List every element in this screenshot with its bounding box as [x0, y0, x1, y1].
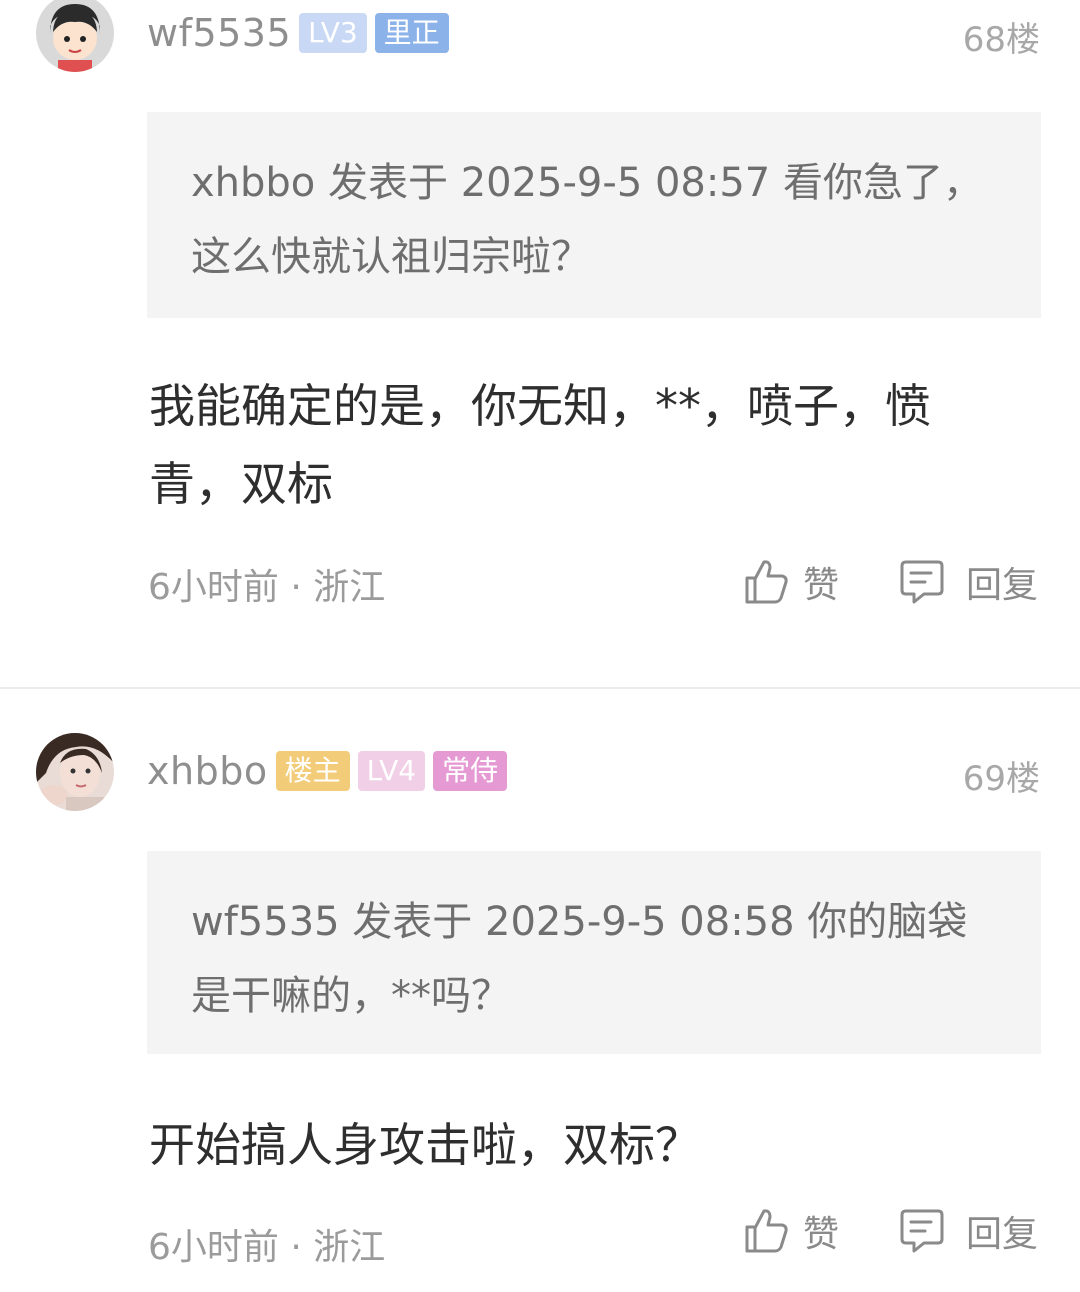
level-badge: LV4	[357, 751, 426, 791]
like-button[interactable]: 赞	[743, 1205, 839, 1257]
reply-label: 回复	[966, 565, 1039, 606]
user-row: xhbbo 楼主 LV4 常侍	[147, 749, 515, 793]
thumbs-up-icon	[743, 558, 789, 606]
title-badge: 常侍	[433, 751, 508, 791]
username[interactable]: xhbbo	[147, 749, 268, 793]
username[interactable]: wf5535	[147, 11, 291, 55]
reply-button[interactable]: 回复	[900, 556, 1038, 608]
comment-item: wf5535 LV3 里正 68楼 xhbbo 发表于 2025-9-5 08:…	[0, 0, 1080, 688]
level-badge: LV3	[299, 13, 367, 53]
comment-meta: 6小时前 · 浙江	[148, 1227, 386, 1268]
title-badge: 里正	[374, 13, 449, 53]
comment-meta: 6小时前 · 浙江	[148, 567, 386, 608]
like-label: 赞	[803, 565, 840, 606]
reply-button[interactable]: 回复	[900, 1205, 1038, 1257]
like-button[interactable]: 赞	[743, 556, 839, 608]
comment-item: xhbbo 楼主 LV4 常侍 69楼 wf5535 发表于 2025-9-5 …	[0, 689, 1080, 1292]
comment-body: 开始搞人身攻击啦，双标？	[149, 1118, 701, 1172]
avatar[interactable]	[36, 0, 114, 72]
reply-label: 回复	[966, 1214, 1039, 1255]
comment-bubble-icon	[900, 1207, 944, 1255]
quoted-comment[interactable]: xhbbo 发表于 2025-9-5 08:57 看你急了，这么快就认祖归宗啦？	[147, 112, 1041, 318]
user-row: wf5535 LV3 里正	[147, 11, 457, 55]
thumbs-up-icon	[743, 1207, 789, 1255]
floor-number: 69楼	[962, 759, 1040, 799]
comment-thread: wf5535 LV3 里正 68楼 xhbbo 发表于 2025-9-5 08:…	[0, 0, 1080, 1292]
owner-badge: 楼主	[275, 751, 350, 791]
like-label: 赞	[803, 1214, 840, 1255]
quoted-comment[interactable]: wf5535 发表于 2025-9-5 08:58 你的脑袋是干嘛的，**吗？	[147, 851, 1041, 1054]
comment-body: 我能确定的是，你无知，**，喷子，愤青，双标	[149, 379, 931, 511]
avatar[interactable]	[36, 733, 114, 811]
comment-bubble-icon	[900, 558, 944, 606]
floor-number: 68楼	[962, 20, 1040, 60]
